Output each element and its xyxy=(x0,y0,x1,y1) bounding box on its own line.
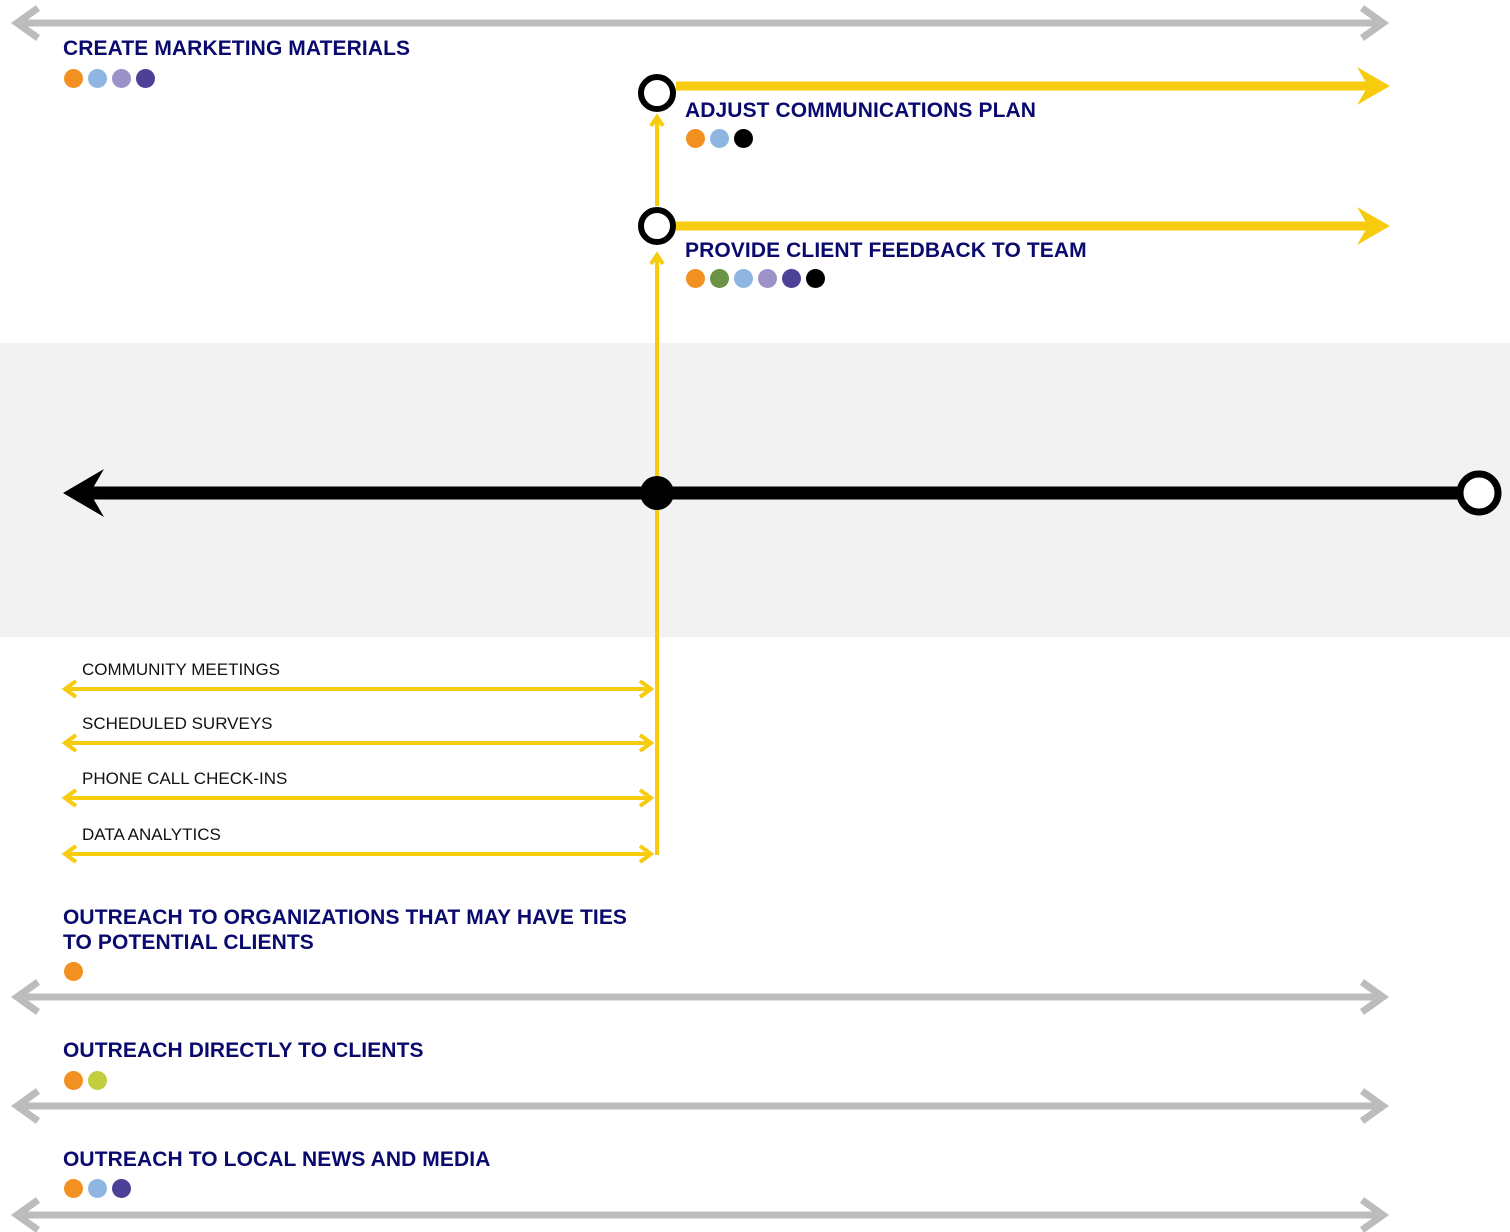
role-dot-light-blue xyxy=(88,1179,107,1198)
outreach-media-title: OUTREACH TO LOCAL NEWS AND MEDIA xyxy=(63,1148,491,1171)
client-feedback-title: PROVIDE CLIENT FEEDBACK TO TEAM xyxy=(685,239,1087,262)
role-dot-light-blue xyxy=(88,69,107,88)
role-dot-green xyxy=(710,269,729,288)
adjust-plan-node xyxy=(638,74,676,112)
role-dot-lavender xyxy=(112,69,131,88)
yellow-channel-arrow-2 xyxy=(61,733,655,753)
gray-double-arrow-media xyxy=(10,1197,1390,1232)
role-dot-lavender xyxy=(758,269,777,288)
channel-data-analytics: DATA ANALYTICS xyxy=(82,825,221,844)
adjust-plan-title: ADJUST COMMUNICATIONS PLAN xyxy=(685,99,1037,122)
timeline-end-node xyxy=(1456,470,1502,516)
create-marketing-title: CREATE MARKETING MATERIALS xyxy=(63,37,411,60)
role-dot-orange xyxy=(686,269,705,288)
adjust-plan-dots xyxy=(686,129,753,148)
role-dot-purple xyxy=(112,1179,131,1198)
gray-double-arrow-top xyxy=(10,5,1390,41)
client-feedback-dots xyxy=(686,269,825,288)
outreach-clients-dots xyxy=(64,1071,107,1090)
role-dot-orange xyxy=(686,129,705,148)
role-dot-orange xyxy=(64,962,83,981)
role-dot-purple xyxy=(136,69,155,88)
outreach-media-dots xyxy=(64,1179,131,1198)
channel-phone-call-check-ins: PHONE CALL CHECK-INS xyxy=(82,769,288,788)
channel-scheduled-surveys: SCHEDULED SURVEYS xyxy=(82,714,273,733)
role-dot-black xyxy=(734,129,753,148)
role-dot-orange xyxy=(64,69,83,88)
yellow-channel-arrow-3 xyxy=(61,788,655,808)
role-dot-lime xyxy=(88,1071,107,1090)
create-marketing-dots xyxy=(64,69,155,88)
role-dot-black xyxy=(806,269,825,288)
outreach-clients-title: OUTREACH DIRECTLY TO CLIENTS xyxy=(63,1039,424,1062)
role-dot-light-blue xyxy=(734,269,753,288)
yellow-channel-arrow-4 xyxy=(61,844,655,864)
role-dot-orange xyxy=(64,1071,83,1090)
timeline-junction-node xyxy=(640,476,674,510)
outreach-organizations-title: OUTREACH TO ORGANIZATIONS THAT MAY HAVE … xyxy=(63,906,628,954)
gray-double-arrow-clients xyxy=(10,1088,1390,1124)
client-feedback-node xyxy=(638,207,676,245)
black-main-timeline xyxy=(63,469,1502,517)
role-dot-orange xyxy=(64,1179,83,1198)
gray-double-arrow-organizations xyxy=(10,979,1390,1015)
outreach-organizations-dots xyxy=(64,962,83,981)
role-dot-purple xyxy=(782,269,801,288)
role-dot-light-blue xyxy=(710,129,729,148)
channel-community-meetings: COMMUNITY MEETINGS xyxy=(82,660,281,679)
yellow-channel-arrow-1 xyxy=(61,679,655,699)
